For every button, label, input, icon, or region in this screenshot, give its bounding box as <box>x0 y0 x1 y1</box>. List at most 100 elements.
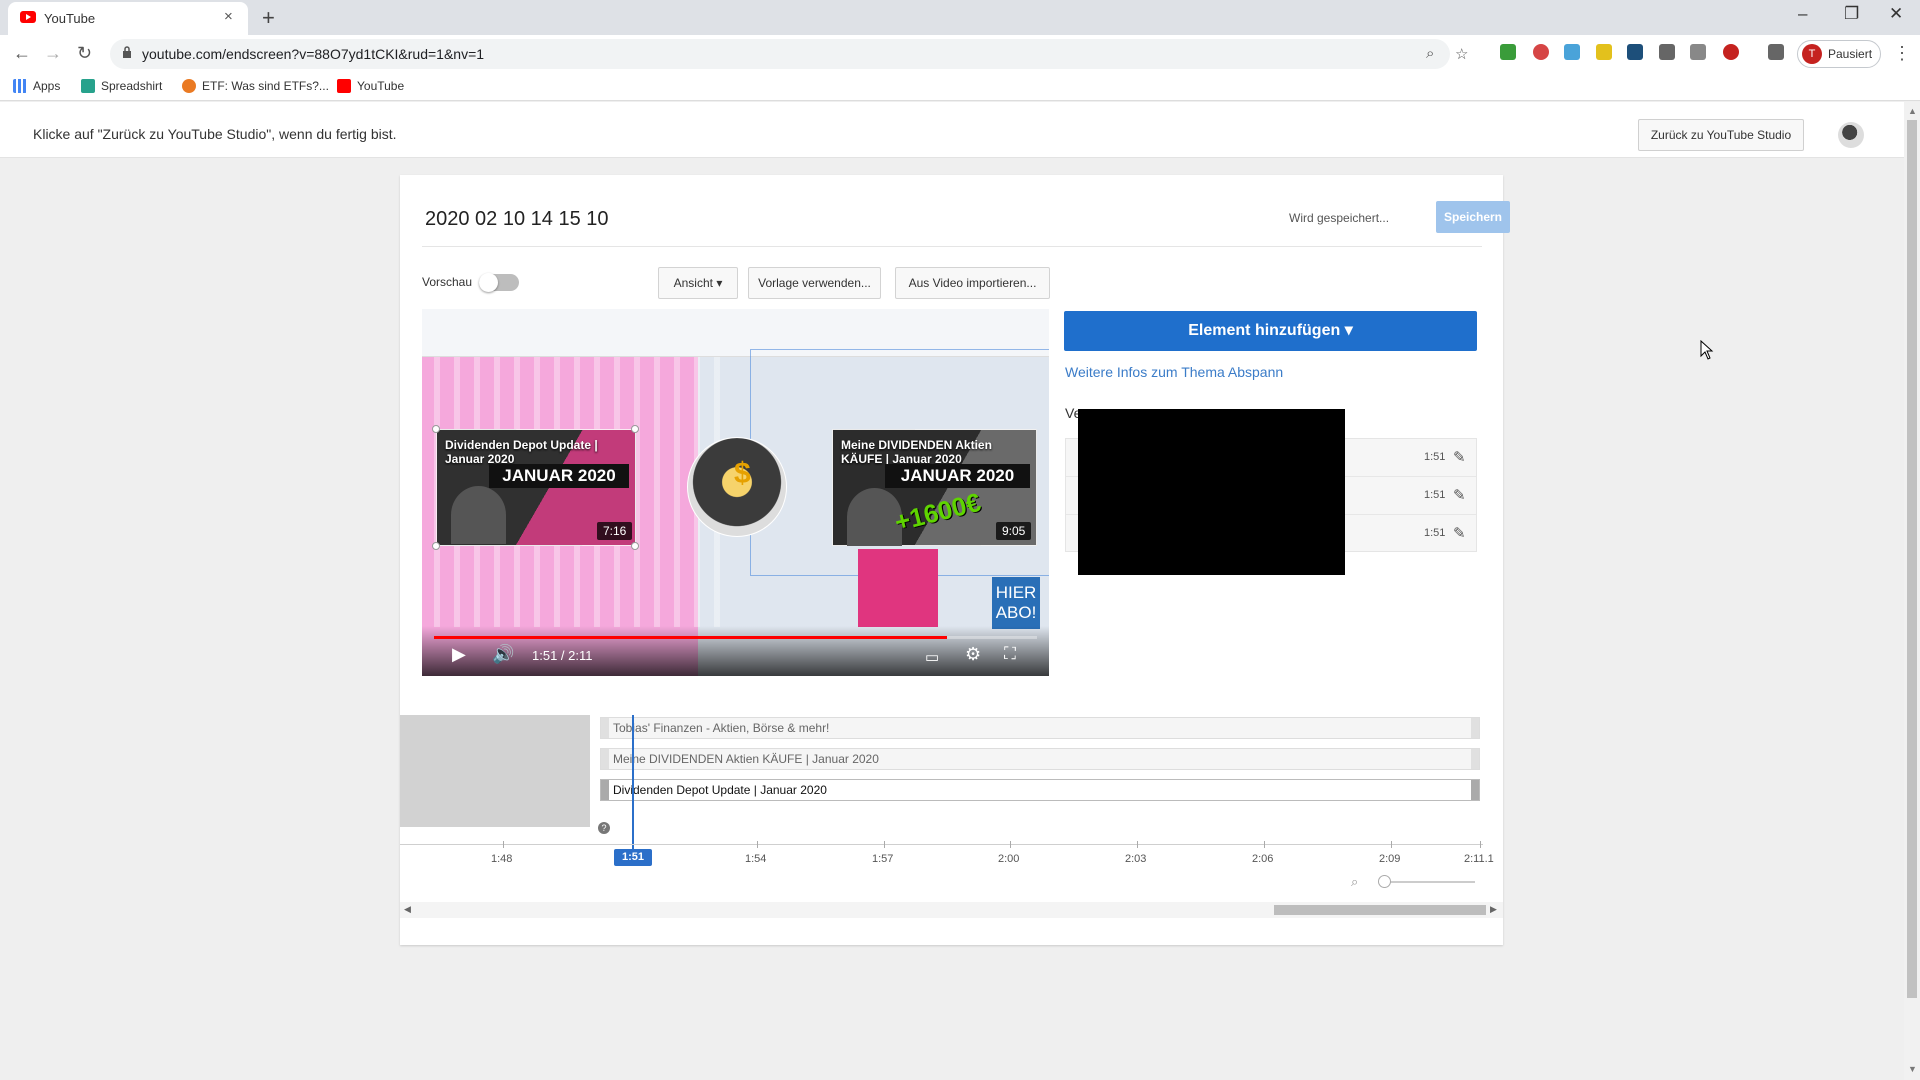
bookmark-etf[interactable]: ETF: Was sind ETFs?... <box>182 79 329 93</box>
timeline-outside-area <box>400 715 590 827</box>
fullscreen-icon[interactable]: ⛶ <box>1004 644 1016 664</box>
browser-menu-icon[interactable]: ⋮ <box>1893 43 1911 64</box>
forward-arrow-icon[interactable]: → <box>44 43 62 64</box>
tick <box>757 841 758 848</box>
use-template-button[interactable]: Vorlage verwenden... <box>748 267 881 299</box>
scroll-up-icon[interactable]: ▲ <box>1908 106 1917 116</box>
pencil-edit-icon[interactable]: ✎ <box>1453 486 1466 504</box>
view-button-label: Ansicht <box>673 276 713 290</box>
extension-icon[interactable] <box>1500 44 1516 60</box>
time-readout: 1:51 / 2:11 <box>532 648 593 663</box>
resize-handle[interactable] <box>631 542 639 550</box>
add-element-button[interactable]: Element hinzufügen ▾ <box>1064 311 1477 351</box>
more-info-link[interactable]: Weitere Infos zum Thema Abspann <box>1065 364 1283 380</box>
track-handle-right[interactable] <box>1471 780 1479 800</box>
timeline-track[interactable]: Meine DIVIDENDEN Aktien KÄUFE | Januar 2… <box>600 748 1480 770</box>
view-dropdown-button[interactable]: Ansicht ▾ <box>658 267 738 299</box>
zoom-slider-knob[interactable] <box>1378 875 1391 888</box>
extension-icon[interactable] <box>1533 44 1549 60</box>
minimize-icon[interactable]: – <box>1798 4 1807 24</box>
endscreen-element-video-left[interactable]: Dividenden Depot Update | Januar 2020 JA… <box>432 425 639 550</box>
tick <box>1480 841 1481 848</box>
tick <box>503 841 504 848</box>
extension-icon[interactable] <box>1596 44 1612 60</box>
extension-icon[interactable] <box>1564 44 1580 60</box>
track-handle-right[interactable] <box>1471 718 1479 738</box>
subtitles-icon[interactable]: ▭ <box>925 648 939 666</box>
video-player[interactable]: Dividenden Depot Update | Januar 2020 JA… <box>422 309 1049 676</box>
track-handle-left[interactable] <box>601 780 609 800</box>
bookmark-youtube[interactable]: YouTube <box>337 79 404 93</box>
timeline-playhead[interactable] <box>632 715 634 853</box>
timeline-zoom-slider[interactable] <box>1380 881 1475 883</box>
scroll-right-icon[interactable]: ▶ <box>1490 904 1497 915</box>
bookmark-apps[interactable]: Apps <box>13 79 60 93</box>
pencil-edit-icon[interactable]: ✎ <box>1453 524 1466 542</box>
channel-avatar[interactable] <box>1838 122 1864 148</box>
endscreen-editor: 2020 02 10 14 15 10 Wird gespeichert... … <box>400 175 1510 945</box>
zoom-icon[interactable]: ⌕ <box>1426 45 1434 62</box>
pencil-edit-icon[interactable]: ✎ <box>1453 448 1466 466</box>
tick-label: 2:09 <box>1379 853 1401 865</box>
redacted-block <box>1078 409 1345 575</box>
extension-icon[interactable] <box>1659 44 1675 60</box>
back-arrow-icon[interactable]: ← <box>13 43 31 64</box>
track-handle-left[interactable] <box>601 749 609 769</box>
studio-hint-text: Klicke auf "Zurück zu YouTube Studio", w… <box>33 126 397 142</box>
url-text: youtube.com/endscreen?v=88O7yd1tCKI&rud=… <box>142 46 485 62</box>
element-duration: 7:16 <box>597 522 633 540</box>
current-time-marker: 1:51 <box>614 849 652 866</box>
resize-handle[interactable] <box>631 425 639 433</box>
preview-toggle[interactable] <box>479 273 519 292</box>
scroll-down-icon[interactable]: ▼ <box>1908 1064 1917 1074</box>
tab-strip: YouTube × + – ❐ ✕ <box>0 0 1920 35</box>
close-window-icon[interactable]: ✕ <box>1889 4 1903 24</box>
tick-label: 2:00 <box>998 853 1020 865</box>
track-handle-left[interactable] <box>601 718 609 738</box>
address-bar[interactable]: youtube.com/endscreen?v=88O7yd1tCKI&rud=… <box>110 39 1468 69</box>
player-controls: ▶ 🔊 1:51 / 2:11 ▭ ⚙ ⛶ <box>422 626 1049 676</box>
track-handle-right[interactable] <box>1471 749 1479 769</box>
element-time: 1:51 <box>1424 451 1446 463</box>
page-scrollbar[interactable]: ▲ ▼ <box>1904 102 1920 1080</box>
reading-list-icon[interactable] <box>1768 44 1784 60</box>
import-from-video-button[interactable]: Aus Video importieren... <box>895 267 1050 299</box>
volume-icon[interactable]: 🔊 <box>492 644 514 665</box>
new-tab-button[interactable]: + <box>262 5 275 31</box>
restore-icon[interactable]: ❐ <box>1844 4 1859 24</box>
reload-icon[interactable]: ↻ <box>77 43 92 64</box>
resize-handle[interactable] <box>432 542 440 550</box>
tab-close-icon[interactable]: × <box>224 8 233 25</box>
saving-status: Wird gespeichert... <box>1289 211 1390 225</box>
timeline-track-selected[interactable]: Dividenden Depot Update | Januar 2020 <box>600 779 1480 801</box>
scrollbar-thumb[interactable] <box>1274 905 1486 915</box>
element-time: 1:51 <box>1424 527 1446 539</box>
resize-handle[interactable] <box>432 425 440 433</box>
save-button[interactable]: Speichern <box>1436 201 1510 233</box>
timeline-scrollbar[interactable]: ◀ ▶ <box>400 902 1503 918</box>
caret-down-icon: ▾ <box>716 276 723 290</box>
profile-button[interactable]: T Pausiert <box>1797 40 1881 68</box>
hier-abo-graphic: HIER ABO! <box>992 577 1040 629</box>
tick-label: 2:06 <box>1252 853 1274 865</box>
play-icon[interactable]: ▶ <box>452 644 466 665</box>
extension-icon[interactable] <box>1690 44 1706 60</box>
scroll-left-icon[interactable]: ◀ <box>404 904 411 915</box>
divider <box>422 246 1482 247</box>
settings-gear-icon[interactable]: ⚙ <box>965 644 981 665</box>
scrollbar-thumb[interactable] <box>1907 120 1917 998</box>
element-duration: 9:05 <box>996 522 1032 540</box>
help-icon[interactable]: ? <box>598 822 610 834</box>
browser-toolbar: ← → ↻ youtube.com/endscreen?v=88O7yd1tCK… <box>0 35 1920 73</box>
progress-bar[interactable] <box>434 636 1037 639</box>
add-element-label: Element hinzufügen <box>1188 322 1341 339</box>
timeline-track[interactable]: Tobias' Finanzen - Aktien, Börse & mehr! <box>600 717 1480 739</box>
bookmark-star-icon[interactable]: ☆ <box>1455 45 1468 63</box>
back-to-studio-button[interactable]: Zurück zu YouTube Studio <box>1638 119 1804 151</box>
adblock-extension-icon[interactable] <box>1723 44 1739 60</box>
timeline[interactable]: Tobias' Finanzen - Aktien, Börse & mehr!… <box>400 715 1503 887</box>
extension-icon[interactable] <box>1627 44 1643 60</box>
browser-tab[interactable]: YouTube × <box>8 2 248 35</box>
bookmark-spreadshirt[interactable]: Spreadshirt <box>81 79 162 93</box>
tick <box>1137 841 1138 848</box>
